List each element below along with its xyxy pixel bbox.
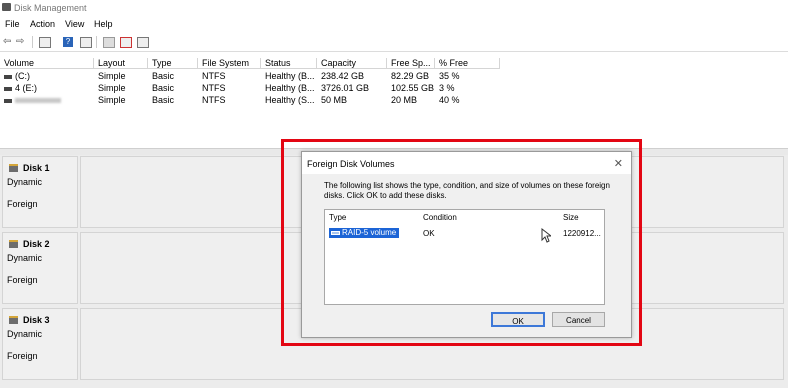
volume-status: Healthy (B... — [265, 71, 315, 81]
disk-status: Foreign — [7, 199, 38, 209]
volume-type: RAID-5 volume — [342, 228, 397, 237]
disk-status: Foreign — [7, 275, 38, 285]
disk-icon — [9, 316, 18, 324]
menu-view[interactable]: View — [65, 19, 84, 29]
toolbar-separator — [32, 36, 33, 48]
volume-size: 1220912... — [563, 229, 601, 238]
title-bar: Disk Management — [0, 0, 788, 16]
disk-name: Disk 3 — [23, 315, 50, 325]
disk-name: Disk 1 — [23, 163, 50, 173]
disk-status: Foreign — [7, 351, 38, 361]
volume-file-system: NTFS — [202, 95, 226, 105]
volume-free-space: 20 MB — [391, 95, 418, 105]
disk-name: Disk 2 — [23, 239, 50, 249]
disk-label[interactable]: Disk 3 Dynamic Foreign — [2, 308, 78, 380]
volume-capacity: 3726.01 GB — [321, 83, 370, 93]
volume-type: Basic — [152, 95, 175, 105]
mouse-cursor-icon — [541, 228, 551, 243]
dialog-title: Foreign Disk Volumes — [307, 159, 395, 169]
disk-type: Dynamic — [7, 253, 43, 263]
drive-icon — [4, 74, 12, 79]
table-row[interactable]: (C:) Simple Basic NTFS Healthy (B... 238… — [0, 71, 500, 82]
column-header-percent-free[interactable]: % Free — [435, 58, 500, 68]
dialog-body: The following list shows the type, condi… — [302, 174, 631, 337]
forward-icon[interactable]: ⇨ — [16, 36, 24, 47]
volume-status: Healthy (B... — [265, 83, 315, 93]
toolbar-separator — [96, 36, 97, 48]
drive-icon — [4, 98, 12, 103]
volume-capacity: 238.42 GB — [321, 71, 365, 81]
disk-icon — [9, 164, 18, 172]
volume-condition: OK — [423, 229, 435, 238]
volume-free-space: 102.55 GB — [391, 83, 435, 93]
column-header-type: Type — [329, 213, 347, 222]
disk-icon — [9, 240, 18, 248]
volume-list-header: Volume Layout Type File System Status Ca… — [0, 56, 500, 69]
volume-file-system: NTFS — [202, 83, 226, 93]
column-header-size: Size — [563, 213, 579, 222]
column-header-type[interactable]: Type — [148, 58, 198, 68]
show-hide-console-icon[interactable] — [39, 37, 51, 48]
column-header-layout[interactable]: Layout — [94, 58, 148, 68]
drive-icon — [4, 86, 12, 91]
view-icon[interactable] — [137, 37, 149, 48]
ok-button[interactable]: OK — [491, 312, 545, 327]
close-icon[interactable]: ✕ — [614, 157, 623, 170]
menu-help[interactable]: Help — [94, 19, 113, 29]
volume-type: Basic — [152, 83, 175, 93]
toolbar: ⇦ ⇨ ? — [0, 33, 788, 52]
dialog-description: The following list shows the type, condi… — [324, 181, 610, 200]
connect-icon[interactable] — [103, 37, 115, 48]
volume-percent-free: 3 % — [439, 83, 455, 93]
disk-type: Dynamic — [7, 177, 43, 187]
table-row[interactable]: 4 (E:) Simple Basic NTFS Healthy (B... 3… — [0, 83, 500, 94]
cancel-button[interactable]: Cancel — [552, 312, 605, 327]
column-header-status[interactable]: Status — [261, 58, 317, 68]
menu-action[interactable]: Action — [30, 19, 55, 29]
properties-icon[interactable] — [80, 37, 92, 48]
disk-label[interactable]: Disk 2 Dynamic Foreign — [2, 232, 78, 304]
foreign-volume-list: Type Condition Size RAID-5 volume OK 122… — [324, 209, 605, 305]
redacted-volume-name — [15, 98, 61, 104]
volume-percent-free: 40 % — [439, 95, 460, 105]
column-header-condition: Condition — [423, 213, 457, 222]
help-icon[interactable]: ? — [63, 37, 73, 47]
back-icon[interactable]: ⇦ — [3, 36, 11, 47]
disk-type: Dynamic — [7, 329, 43, 339]
menu-file[interactable]: File — [5, 19, 20, 29]
foreign-disk-volumes-dialog: Foreign Disk Volumes ✕ The following lis… — [301, 151, 632, 338]
volume-layout: Simple — [98, 83, 126, 93]
check-icon[interactable] — [120, 37, 132, 48]
volume-type: Basic — [152, 71, 175, 81]
volume-list: Volume Layout Type File System Status Ca… — [0, 56, 788, 148]
list-item[interactable]: RAID-5 volume — [329, 228, 400, 238]
table-row[interactable]: Simple Basic NTFS Healthy (S... 50 MB 20… — [0, 95, 500, 106]
column-header-volume[interactable]: Volume — [0, 58, 94, 68]
column-header-file-system[interactable]: File System — [198, 58, 261, 68]
menu-bar: File Action View Help — [0, 17, 788, 32]
window-title: Disk Management — [14, 3, 87, 13]
volume-free-space: 82.29 GB — [391, 71, 430, 81]
volume-layout: Simple — [98, 95, 126, 105]
column-header-free-space[interactable]: Free Sp... — [387, 58, 435, 68]
disk-management-icon — [2, 3, 11, 11]
volume-name: 4 (E:) — [15, 83, 38, 93]
volume-file-system: NTFS — [202, 71, 226, 81]
disk-label[interactable]: Disk 1 Dynamic Foreign — [2, 156, 78, 228]
volume-status: Healthy (S... — [265, 95, 315, 105]
volume-icon — [331, 231, 340, 235]
volume-name: (C:) — [15, 71, 30, 81]
volume-capacity: 50 MB — [321, 95, 348, 105]
volume-layout: Simple — [98, 71, 126, 81]
volume-percent-free: 35 % — [439, 71, 460, 81]
column-header-capacity[interactable]: Capacity — [317, 58, 387, 68]
